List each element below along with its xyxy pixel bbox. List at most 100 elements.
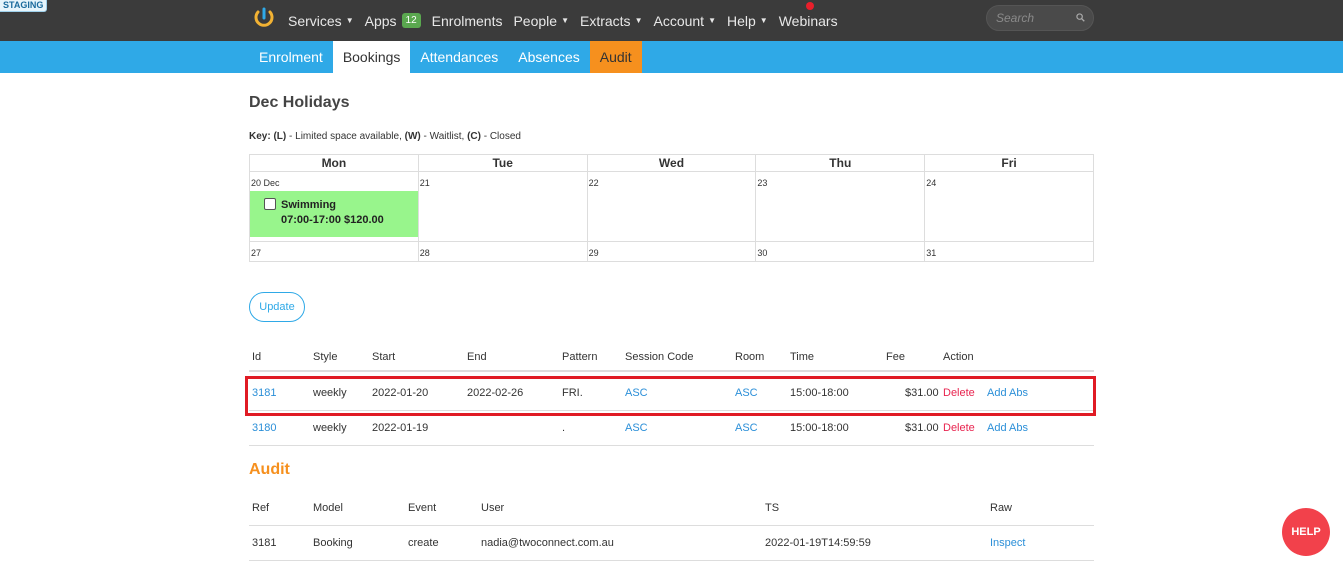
tab-attendances[interactable]: Attendances	[410, 41, 508, 73]
session-code-link[interactable]: ASC	[625, 411, 648, 445]
booking-fee: $31.00	[905, 422, 939, 434]
day-header-wed: Wed	[586, 154, 757, 172]
booking-id-link[interactable]: 3180	[252, 411, 276, 445]
booking-start: 2022-01-19	[372, 422, 429, 434]
audit-model: Booking	[313, 537, 353, 549]
day-number: 22	[588, 178, 599, 188]
col-time: Time	[790, 351, 815, 363]
calendar-day: 27	[249, 241, 419, 262]
col-ts: TS	[765, 502, 780, 514]
calendar-day: 24	[924, 171, 1094, 242]
day-header-fri: Fri	[924, 154, 1094, 172]
col-ref: Ref	[252, 502, 270, 514]
calendar-day: 20 Dec Swimming 07:00-17:00 $120.00	[249, 171, 419, 242]
col-start: Start	[372, 351, 396, 363]
chevron-down-icon: ▼	[345, 16, 354, 25]
audit-header-row: Ref Model Event User TS Raw	[249, 495, 1094, 526]
session-detail: 07:00-17:00 $120.00	[281, 214, 384, 226]
nav-help-label: Help	[727, 12, 756, 29]
nav-webinars[interactable]: Webinars	[779, 13, 838, 29]
nav-help[interactable]: Help ▼	[727, 13, 768, 29]
inspect-link[interactable]: Inspect	[990, 526, 1025, 560]
col-end: End	[467, 351, 487, 363]
nav-services[interactable]: Services ▼	[288, 13, 354, 29]
day-number: 29	[588, 248, 599, 258]
session-checkbox[interactable]	[264, 198, 276, 210]
search-input[interactable]: Search	[986, 5, 1094, 31]
tab-bookings[interactable]: Bookings	[332, 41, 411, 73]
chevron-down-icon: ▼	[634, 16, 643, 25]
update-button[interactable]: Update	[249, 292, 305, 322]
calendar-day: 23	[755, 171, 926, 242]
session-block: Swimming 07:00-17:00 $120.00	[250, 191, 418, 237]
col-action: Action	[943, 351, 974, 363]
nav-account[interactable]: Account ▼	[653, 13, 716, 29]
audit-table: Ref Model Event User TS Raw 3181 Booking…	[249, 495, 1094, 561]
chevron-down-icon: ▼	[561, 16, 569, 25]
booking-pattern: .	[562, 422, 566, 434]
audit-user: nadia@twoconnect.com.au	[481, 537, 614, 549]
day-number: 21	[419, 178, 430, 188]
bookings-header-row: Id Style Start End Pattern Session Code …	[249, 344, 1094, 372]
apps-count-badge: 12	[401, 13, 421, 28]
nav-people-label: People	[513, 12, 558, 29]
day-header-tue: Tue	[417, 154, 588, 172]
nav-webinars-label: Webinars	[778, 12, 838, 29]
audit-ref: 3181	[252, 537, 277, 549]
col-pattern: Pattern	[562, 351, 598, 363]
chevron-down-icon: ▼	[708, 16, 716, 25]
nav-extracts-label: Extracts	[579, 12, 631, 29]
audit-event: create	[408, 537, 439, 549]
nav-enrolments[interactable]: Enrolments	[432, 13, 503, 29]
nav-people[interactable]: People ▼	[513, 13, 569, 29]
day-header-mon: Mon	[249, 154, 419, 172]
highlight-box	[245, 376, 1096, 416]
help-button[interactable]: HELP	[1282, 508, 1330, 556]
nav-enrolments-label: Enrolments	[431, 12, 503, 29]
day-number: 28	[419, 248, 430, 258]
delete-link[interactable]: Delete	[943, 411, 975, 445]
search-icon	[1076, 13, 1085, 22]
col-id: Id	[252, 351, 262, 363]
tab-absences[interactable]: Absences	[508, 41, 589, 73]
booking-calendar: Mon Tue Wed Thu Fri 20 Dec Swimming 07:0…	[249, 154, 1094, 262]
day-header-thu: Thu	[755, 154, 926, 172]
app-logo-icon[interactable]	[253, 7, 275, 29]
table-row: 3181 Booking create nadia@twoconnect.com…	[249, 526, 1094, 561]
nav-account-label: Account	[653, 12, 705, 29]
day-number: 23	[757, 178, 768, 188]
col-raw: Raw	[990, 502, 1013, 514]
key-l-code: (L)	[273, 131, 287, 142]
key-w-code: (W)	[404, 131, 421, 142]
add-abs-link[interactable]: Add Abs	[987, 411, 1028, 445]
booking-style: weekly	[313, 422, 347, 434]
calendar-day: 28	[417, 241, 588, 262]
col-model: Model	[313, 502, 343, 514]
room-link[interactable]: ASC	[735, 411, 758, 445]
page-title: Dec Holidays	[249, 94, 350, 111]
col-room: Room	[735, 351, 765, 363]
calendar-day: 21	[417, 171, 588, 242]
col-style: Style	[313, 351, 338, 363]
chevron-down-icon: ▼	[759, 16, 768, 25]
col-event: Event	[408, 502, 437, 514]
tab-enrolment[interactable]: Enrolment	[249, 41, 333, 73]
sub-nav-bar: Enrolment Bookings Attendances Absences …	[0, 41, 1343, 73]
day-number: 20 Dec	[251, 178, 280, 188]
table-row: 3180 weekly 2022-01-19 . ASC ASC 15:00-1…	[249, 411, 1094, 446]
col-session-code: Session Code	[625, 351, 694, 363]
nav-extracts[interactable]: Extracts ▼	[580, 13, 643, 29]
nav-apps[interactable]: Apps 12	[365, 13, 421, 29]
audit-title: Audit	[249, 461, 290, 478]
audit-ts: 2022-01-19T14:59:59	[765, 537, 871, 549]
calendar-key: Key: (L) - Limited space available, (W) …	[249, 131, 521, 142]
day-number: 27	[251, 248, 262, 258]
nav-apps-label: Apps	[364, 12, 397, 29]
key-c-text: - Closed	[480, 131, 521, 142]
booking-time: 15:00-18:00	[790, 422, 849, 434]
calendar-day: 29	[586, 241, 757, 262]
tab-audit[interactable]: Audit	[589, 41, 642, 73]
staging-badge: STAGING	[0, 0, 48, 12]
key-w-text: - Waitlist,	[420, 131, 468, 142]
key-l-text: - Limited space available,	[286, 131, 405, 142]
